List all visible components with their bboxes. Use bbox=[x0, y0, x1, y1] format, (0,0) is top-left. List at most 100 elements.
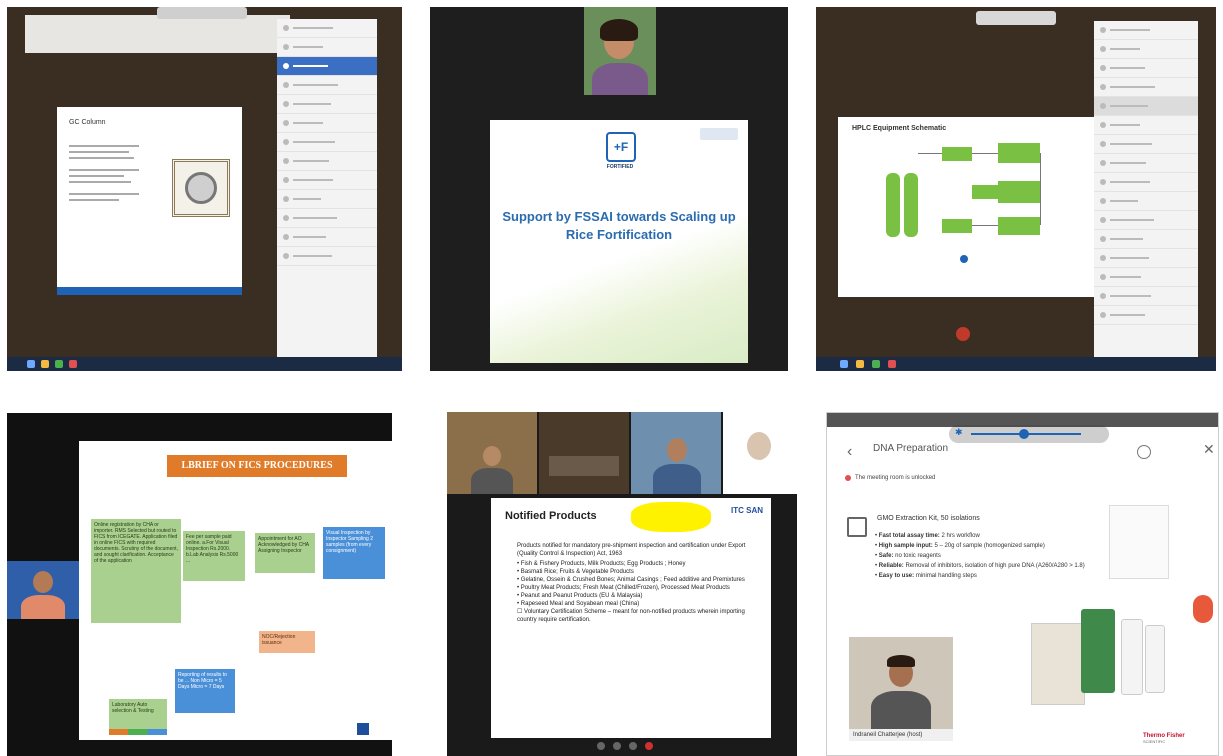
bullet-text: Fish & Fishery Products, Milk Products; … bbox=[520, 561, 686, 567]
sticky-note bbox=[631, 502, 711, 532]
fics-slide: LBRIEF ON FICS PROCEDURES Online registr… bbox=[79, 441, 392, 740]
fics-step-fee: Fee per sample paid online. a.For Visual… bbox=[183, 531, 245, 581]
close-icon[interactable]: ✕ bbox=[1203, 441, 1215, 458]
windows-taskbar bbox=[7, 357, 402, 371]
flow-line bbox=[972, 225, 998, 226]
fics-step-reporting: Reporting of results to be ... Non Micro… bbox=[175, 669, 235, 713]
slide-text-block bbox=[69, 145, 139, 201]
share-icon[interactable] bbox=[629, 742, 637, 750]
camera-icon[interactable] bbox=[613, 742, 621, 750]
brand-subline: SCIENTIFIC bbox=[1143, 739, 1166, 744]
app-icon[interactable] bbox=[872, 360, 880, 368]
app-icon[interactable] bbox=[69, 360, 77, 368]
bullet-text: Basmati Rice; Fruits & Vegetable Product… bbox=[520, 569, 634, 575]
host-body bbox=[871, 691, 931, 729]
end-call-icon[interactable] bbox=[645, 742, 653, 750]
app-icon[interactable] bbox=[55, 360, 63, 368]
bullet-text: minimal handling steps bbox=[915, 573, 977, 579]
bullet-item: • Fast total assay time: 2 hrs workflow bbox=[875, 533, 980, 539]
solvent-bottle-2 bbox=[904, 173, 918, 237]
solvent-bottle-1 bbox=[886, 173, 900, 237]
app-icon[interactable] bbox=[856, 360, 864, 368]
slide-title: Notified Products bbox=[505, 510, 597, 522]
participant-head bbox=[483, 446, 501, 466]
participant-body bbox=[471, 468, 513, 494]
participant-video-3 bbox=[631, 412, 721, 494]
fics-step-registration: Online registration by CHA or importer. … bbox=[91, 519, 181, 623]
panel-thermo-session: ‹ DNA Preparation ✱ ✕ The meeting room i… bbox=[826, 412, 1219, 756]
bullet-label: High sample input: bbox=[878, 543, 933, 549]
orange-fab[interactable] bbox=[1193, 595, 1213, 623]
windows-taskbar bbox=[816, 357, 1216, 371]
flow-line bbox=[918, 153, 942, 154]
thermo-fisher-logo: Thermo Fisher SCIENTIFIC bbox=[1143, 733, 1185, 745]
session-top-strip bbox=[25, 15, 290, 53]
bullet-text: 2 hrs workflow bbox=[941, 533, 980, 539]
logo-icon bbox=[357, 723, 369, 735]
mic-icon[interactable] bbox=[597, 742, 605, 750]
bullet-item: • Peanut and Peanut Products (EU & Malay… bbox=[517, 593, 643, 599]
bullet-item: • Reliable: Removal of inhibitors, isola… bbox=[875, 563, 1085, 569]
meeting-notice: The meeting room is unlocked bbox=[855, 475, 936, 481]
flow-line bbox=[1040, 153, 1041, 225]
kit-bottle bbox=[1145, 625, 1165, 693]
slide-title-line1: Support by FSSAI towards Scaling up bbox=[502, 209, 736, 224]
slider-thumb[interactable] bbox=[1019, 429, 1029, 439]
column-coil-icon bbox=[185, 172, 217, 204]
bullet-text: Poultry Meat Products; Fresh Meat (Chill… bbox=[520, 585, 730, 591]
slide-title: HPLC Equipment Schematic bbox=[852, 125, 947, 132]
itc-san-logo: ITC SAN bbox=[731, 506, 763, 515]
meeting-controls bbox=[597, 740, 667, 752]
notice-icon bbox=[845, 475, 851, 481]
record-icon[interactable] bbox=[956, 327, 970, 341]
kit-pouch bbox=[1031, 623, 1085, 705]
kit-bottle bbox=[1121, 619, 1143, 695]
host-name-label: Indraneil Chatterjee (host) bbox=[849, 729, 953, 741]
conference-room-table bbox=[549, 456, 619, 476]
controller-box bbox=[998, 143, 1040, 163]
injector-box bbox=[942, 219, 972, 233]
flow-line bbox=[972, 153, 998, 154]
bullet-label: Reliable: bbox=[878, 563, 904, 569]
notified-products-slide: Notified Products ITC SAN Products notif… bbox=[491, 498, 771, 738]
speaker-video bbox=[584, 7, 656, 95]
header-title: DNA Preparation bbox=[873, 443, 949, 454]
participant-head bbox=[667, 438, 687, 462]
bullet-item: • High sample input: 5 – 20g of sample (… bbox=[875, 543, 1045, 549]
host-video bbox=[849, 637, 953, 729]
intro-text: Products notified for mandatory pre-ship… bbox=[517, 543, 746, 557]
participant-thumbnail bbox=[157, 7, 247, 19]
panel-notified-products-session: Notified Products ITC SAN Products notif… bbox=[447, 412, 797, 756]
bullet-text: Voluntary Certification Scheme – meant f… bbox=[517, 609, 745, 623]
bluetooth-icon: ✱ bbox=[955, 427, 963, 437]
volume-slider[interactable]: ✱ bbox=[949, 425, 1109, 443]
bullet-text: Removal of inhibitors, isolation of high… bbox=[905, 563, 1085, 569]
start-icon[interactable] bbox=[840, 360, 848, 368]
slide-title-line2: Rice Fortification bbox=[565, 227, 673, 242]
start-icon[interactable] bbox=[27, 360, 35, 368]
panel-fssai-session: +F FORTIFIED Support by FSSAI towards Sc… bbox=[430, 7, 788, 371]
bullet-text: 5 – 20g of sample (homogenized sample) bbox=[934, 543, 1045, 549]
back-chevron-icon[interactable]: ‹ bbox=[847, 443, 852, 461]
app-icon[interactable] bbox=[888, 360, 896, 368]
fics-step-inspection: Visual Inspection by Inspector Sampling … bbox=[323, 527, 385, 579]
slide-title: Support by FSSAI towards Scaling up Rice… bbox=[500, 208, 738, 244]
waste-icon bbox=[960, 255, 968, 263]
fics-banner: LBRIEF ON FICS PROCEDURES bbox=[167, 455, 347, 477]
fortified-logo: +F bbox=[606, 132, 636, 162]
bullet-item: • Poultry Meat Products; Fresh Meat (Chi… bbox=[517, 585, 730, 591]
host-hair bbox=[887, 655, 915, 667]
product-title: GMO Extraction Kit, 50 isolations bbox=[877, 515, 980, 522]
detector-box bbox=[998, 181, 1040, 203]
participant-thumbnail bbox=[976, 11, 1056, 25]
app-icon[interactable] bbox=[41, 360, 49, 368]
people-icon[interactable] bbox=[1137, 445, 1151, 459]
fics-step-noc: NOC/Rejection issuance bbox=[259, 631, 315, 653]
bullet-item: • Safe: no toxic reagents bbox=[875, 553, 941, 559]
product-bullets: • Fast total assay time: 2 hrs workflow … bbox=[875, 531, 1095, 581]
grid-icon[interactable] bbox=[847, 517, 867, 537]
speaker-body bbox=[592, 63, 648, 95]
bullet-item: • Fish & Fishery Products, Milk Products… bbox=[517, 561, 686, 567]
presenter-video bbox=[7, 561, 79, 619]
bullet-label: Easy to use: bbox=[878, 573, 915, 579]
